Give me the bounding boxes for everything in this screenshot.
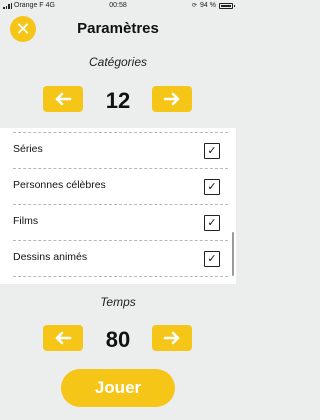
list-item-label: Films xyxy=(13,215,39,227)
arrow-left-icon xyxy=(55,92,72,106)
checkbox-films[interactable]: ✓ xyxy=(204,215,220,231)
categories-title: Catégories xyxy=(88,55,148,69)
battery-icon xyxy=(219,2,235,9)
arrow-left-icon xyxy=(55,331,72,345)
status-bar: Orange F 4G 00:58 ⟳ 94 % xyxy=(0,0,236,12)
time-title: Temps xyxy=(100,295,136,309)
list-item-dessins-animes[interactable]: Dessins animés ✓ xyxy=(0,240,228,276)
categories-increase-button[interactable] xyxy=(152,86,192,112)
page-title: Paramètres xyxy=(77,20,159,37)
battery-percent: 94 % xyxy=(200,2,216,9)
list-item-label: Séries xyxy=(13,143,43,155)
time-decrease-button[interactable] xyxy=(43,325,83,351)
checkbox-personnes-celebres[interactable]: ✓ xyxy=(204,179,220,195)
list-item-series[interactable]: Séries ✓ xyxy=(0,132,228,168)
time-value: 80 xyxy=(105,327,131,352)
list-item-personnes-celebres[interactable]: Personnes célèbres ✓ xyxy=(0,168,228,204)
check-icon: ✓ xyxy=(207,180,217,193)
categories-count: 12 xyxy=(105,88,131,113)
arrow-right-icon xyxy=(163,331,180,345)
category-list: Séries ✓ Personnes célèbres ✓ Films ✓ De… xyxy=(0,128,236,284)
list-item-label: Personnes célèbres xyxy=(13,179,106,191)
orientation-lock-icon: ⟳ xyxy=(192,3,198,9)
status-right: ⟳ 94 % xyxy=(192,2,235,9)
checkbox-series[interactable]: ✓ xyxy=(204,143,220,159)
checkbox-dessins-animes[interactable]: ✓ xyxy=(204,251,220,267)
play-button[interactable]: Jouer xyxy=(61,369,175,407)
check-icon: ✓ xyxy=(207,144,217,157)
list-scrollbar[interactable] xyxy=(232,232,234,276)
arrow-right-icon xyxy=(163,92,180,106)
check-icon: ✓ xyxy=(207,216,217,229)
list-item-films[interactable]: Films ✓ xyxy=(0,204,228,240)
list-item-label: Dessins animés xyxy=(13,251,88,263)
time-increase-button[interactable] xyxy=(152,325,192,351)
categories-decrease-button[interactable] xyxy=(43,86,83,112)
divider xyxy=(13,276,228,277)
check-icon: ✓ xyxy=(207,252,217,265)
